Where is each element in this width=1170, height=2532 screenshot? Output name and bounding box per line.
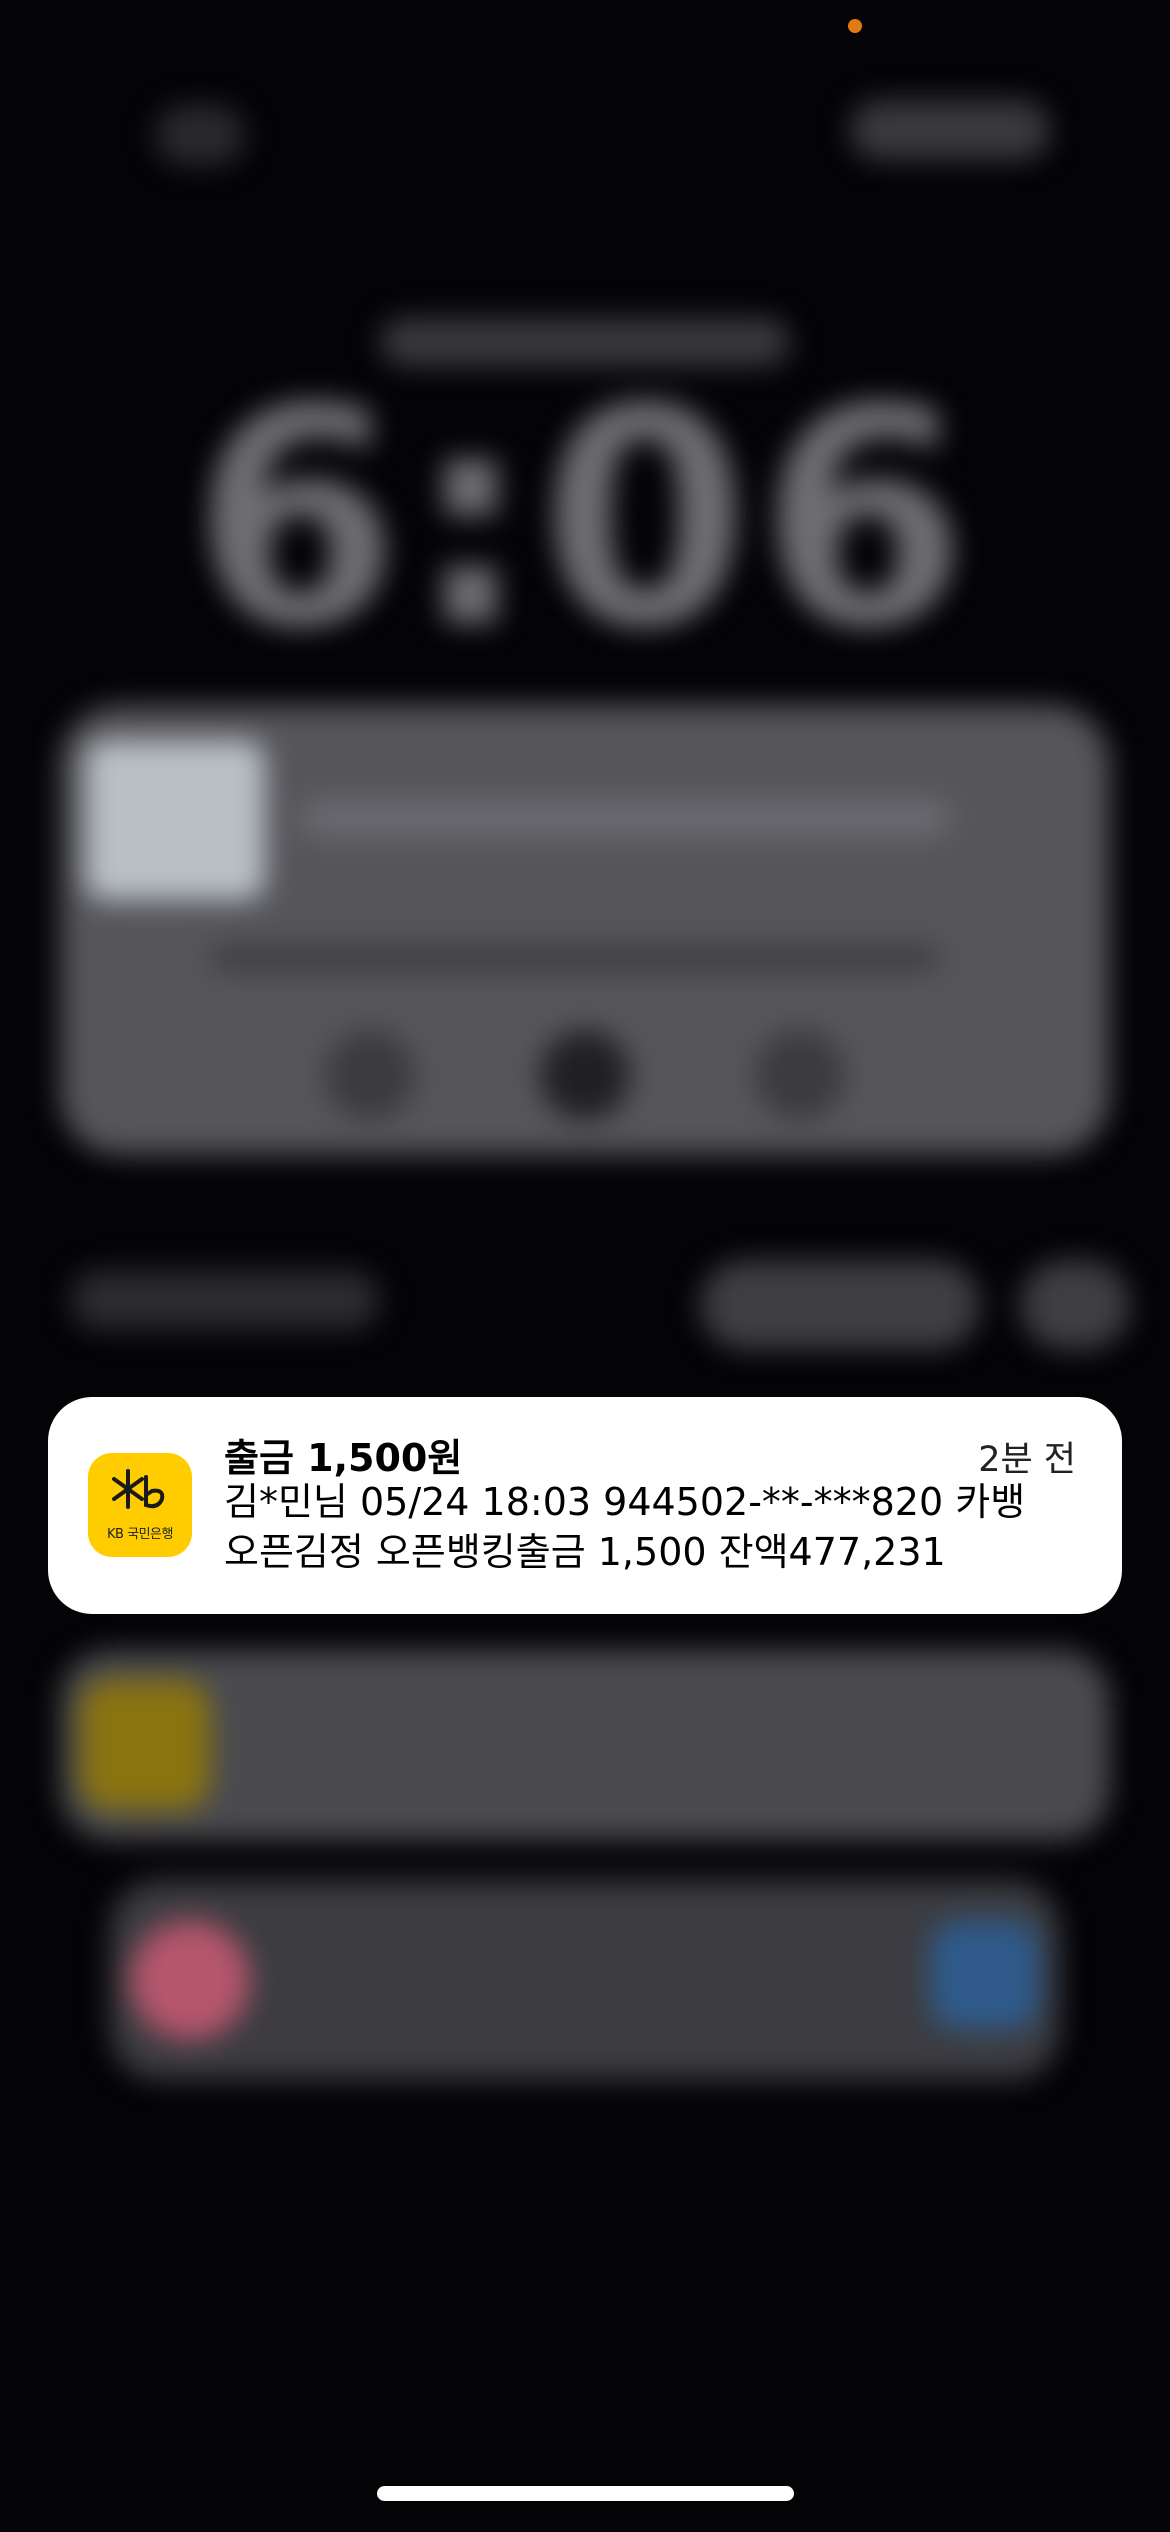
blurred-app-icon xyxy=(80,1680,210,1810)
lock-screen: 6:06 KB 국민은행 출금 1,500원 2분 전 김*민님 05/24 1… xyxy=(0,0,1170,2532)
blurred-thumbnail xyxy=(930,1920,1040,2030)
notification-body-line2: 오픈김정 오픈뱅킹출금 1,500 잔액477,231 xyxy=(224,1530,946,1574)
lock-clock: 6:06 xyxy=(191,345,979,694)
blurred-notification-card-2 xyxy=(110,1880,1060,2080)
notification-body: 김*민님 05/24 18:03 944502-**-***820 카뱅 오픈김… xyxy=(224,1477,1084,1577)
blurred-progress-bar xyxy=(210,945,940,971)
notification-body-line1: 김*민님 05/24 18:03 944502-**-***820 카뱅 xyxy=(224,1480,1026,1524)
blurred-next-icon xyxy=(755,1030,845,1120)
notification-time: 2분 전 xyxy=(978,1440,1076,1480)
notification-title: 출금 1,500원 xyxy=(224,1436,463,1480)
home-indicator[interactable] xyxy=(377,2486,794,2501)
blurred-button-small xyxy=(1020,1260,1130,1350)
kb-icon-label: KB 국민은행 xyxy=(107,1527,173,1542)
blurred-status-left xyxy=(155,105,245,165)
blurred-button xyxy=(700,1260,980,1350)
blurred-play-icon xyxy=(540,1030,630,1120)
kb-kookmin-bank-icon: KB 국민은행 xyxy=(88,1453,192,1557)
blurred-notification-card xyxy=(60,1650,1110,1840)
blurred-prev-icon xyxy=(325,1030,415,1120)
blurred-status-right xyxy=(850,100,1050,160)
blurred-album-art xyxy=(85,740,265,900)
blurred-background: 6:06 xyxy=(0,0,1170,2532)
blurred-track-title xyxy=(300,800,950,836)
blurred-app-icon-2 xyxy=(130,1920,250,2040)
blurred-label xyxy=(70,1270,380,1330)
kb-star-logo-icon xyxy=(112,1469,165,1509)
bank-notification[interactable]: KB 국민은행 출금 1,500원 2분 전 김*민님 05/24 18:03 … xyxy=(48,1397,1122,1614)
